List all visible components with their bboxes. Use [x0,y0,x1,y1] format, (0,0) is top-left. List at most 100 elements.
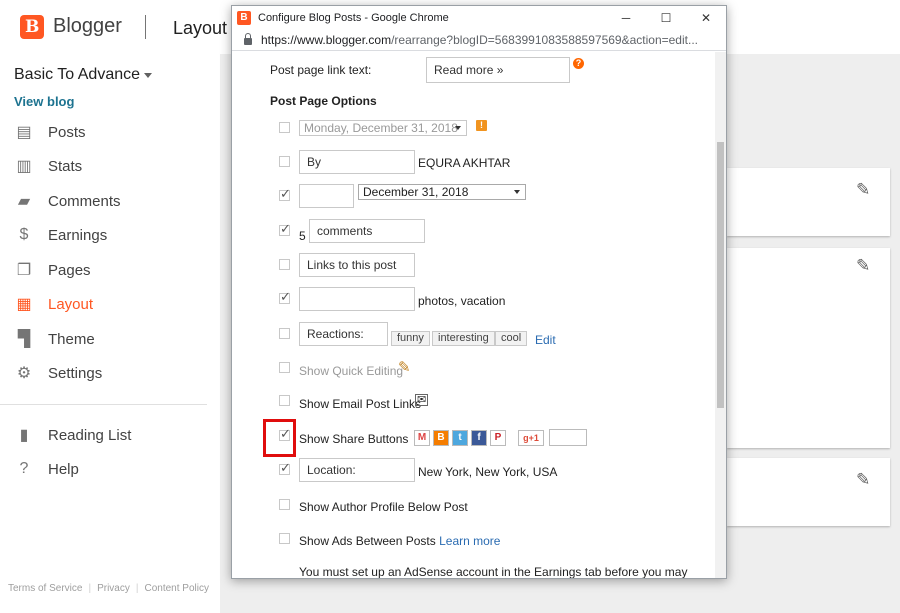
date-format-select[interactable]: Monday, December 31, 2018 [299,120,467,136]
sidebar-item-comments[interactable]: ▰ Comments [14,190,204,212]
edit-pencil-icon[interactable]: ✎ [856,256,870,276]
maximize-icon[interactable]: ☐ [646,11,686,25]
email-icon: ✉ [415,394,429,406]
close-icon[interactable]: ✕ [686,11,726,25]
show-time-checkbox[interactable] [279,186,291,202]
edit-reactions-link[interactable]: Edit [535,333,556,347]
show-backlinks-checkbox[interactable] [279,259,290,270]
sidebar-item-label: Help [48,460,79,478]
highlight-box [263,419,296,457]
sidebar-item-label: Pages [48,261,91,279]
sidebar-item-help[interactable]: ? Help [14,458,204,480]
time-format-select[interactable]: December 31, 2018 [358,184,526,200]
sidebar-item-label: Posts [48,123,86,141]
author-profile-label: Show Author Profile Below Post [299,500,468,514]
sidebar-item-label: Reading List [48,426,132,444]
stats-icon: ▥ [16,158,32,175]
plus-one-count [549,429,587,446]
window-titlebar: B Configure Blog Posts - Google Chrome ─… [232,6,726,29]
show-reactions-checkbox[interactable] [279,328,290,339]
chevron-down-icon [455,126,461,130]
brand-name: Blogger [53,15,122,37]
layout-icon: ▦ [16,296,32,313]
window-title: Configure Blog Posts - Google Chrome [258,11,449,24]
sidebar-item-label: Earnings [48,226,108,244]
url-path: /rearrange?blogID=5683991083588597569&ac… [391,32,698,47]
twitter-icon: t [452,430,468,446]
sidebar-item-settings[interactable]: ⚙ Settings [14,362,204,384]
divider [145,15,146,39]
content-policy-link[interactable]: Content Policy [144,583,208,594]
labels-prefix-input[interactable] [299,287,415,311]
edit-pencil-icon[interactable]: ✎ [856,180,870,200]
show-ads-checkbox[interactable] [279,533,290,544]
sidebar-item-label: Theme [48,330,95,348]
dollar-icon: $ [19,226,29,243]
share-buttons-label: Show Share Buttons [299,432,409,446]
google-plus-icon: g+1 [518,430,544,446]
chevron-down-icon[interactable] [144,73,152,78]
show-quick-edit-checkbox[interactable] [279,362,290,373]
pinterest-icon: P [490,430,506,446]
reaction-tag: cool [495,331,528,346]
chevron-down-icon [514,190,520,194]
link-text-label: Post page link text: [270,63,372,77]
terms-link[interactable]: Terms of Service [8,583,82,594]
sidebar-item-theme[interactable]: ▜ Theme [14,328,204,350]
edit-pencil-icon[interactable]: ✎ [856,470,870,490]
sidebar-item-label: Comments [48,192,121,210]
blogger-logo-icon[interactable]: B [20,15,44,39]
backlinks-input[interactable]: Links to this post [299,253,415,277]
show-email-links-checkbox[interactable] [279,395,290,406]
scrollbar-thumb[interactable] [717,142,724,408]
layout-gadget-card: ✎ [727,168,890,236]
location-text: New York, New York, USA [418,465,558,479]
privacy-link[interactable]: Privacy [97,583,130,594]
warning-icon: ! [476,120,487,131]
sidebar-item-label: Layout [48,295,94,313]
show-comments-checkbox[interactable] [279,221,291,237]
view-blog-link[interactable]: View blog [14,94,74,109]
show-author-profile-checkbox[interactable] [279,499,290,510]
time-format-value: December 31, 2018 [363,185,469,199]
reactions-input[interactable]: Reactions: [299,322,388,346]
lock-icon [244,33,252,45]
sidebar-item-posts[interactable]: ▤ Posts [14,121,204,143]
show-labels-checkbox[interactable] [279,289,291,305]
scrollbar[interactable] [715,52,726,578]
learn-more-link[interactable]: Learn more [439,534,500,548]
gmail-icon: M [414,430,430,446]
blogger-share-icon: B [433,430,449,446]
author-prefix-input[interactable]: By [299,150,415,174]
sidebar-item-pages[interactable]: ❐ Pages [14,259,204,281]
link-text-input[interactable]: Read more » [426,57,570,83]
page-title: Layout [173,18,228,38]
sidebar-item-stats[interactable]: ▥ Stats [14,155,204,177]
date-format-value: Monday, December 31, 2018 [304,121,458,135]
labels-preview: photos, vacation [418,294,506,308]
layout-gadget-card: ✎ [727,248,890,448]
sidebar-item-earnings[interactable]: $ Earnings [14,224,204,246]
gear-icon: ⚙ [16,365,32,382]
sidebar: Basic To Advance View blog ▤ Posts ▥ Sta… [0,54,220,613]
minimize-icon[interactable]: ─ [606,11,646,25]
footer-links: Terms of Service | Privacy | Content Pol… [8,583,209,594]
show-date-checkbox[interactable] [279,122,290,133]
sidebar-item-layout[interactable]: ▦ Layout [14,293,204,315]
post-settings-form: Post page link text: Read more » ? Post … [232,52,716,578]
sidebar-item-label: Stats [48,157,83,175]
show-location-checkbox[interactable] [279,460,291,476]
theme-icon: ▜ [17,331,31,348]
comments-label-input[interactable]: comments [309,219,425,243]
blog-selector[interactable]: Basic To Advance [14,66,140,84]
show-author-checkbox[interactable] [279,156,290,167]
location-prefix-input[interactable]: Location: [299,458,415,482]
ads-between-label: Show Ads Between Posts Learn more [299,534,501,548]
quick-edit-label: Show Quick Editing [299,364,404,378]
author-name: EQURA AKHTAR [418,156,511,170]
time-prefix-input[interactable] [299,184,354,208]
reaction-tag: funny [391,331,430,346]
address-bar[interactable]: https://www.blogger.com/rearrange?blogID… [232,29,726,51]
sidebar-item-reading-list[interactable]: ▮ Reading List [14,424,204,446]
help-icon[interactable]: ? [573,58,584,69]
